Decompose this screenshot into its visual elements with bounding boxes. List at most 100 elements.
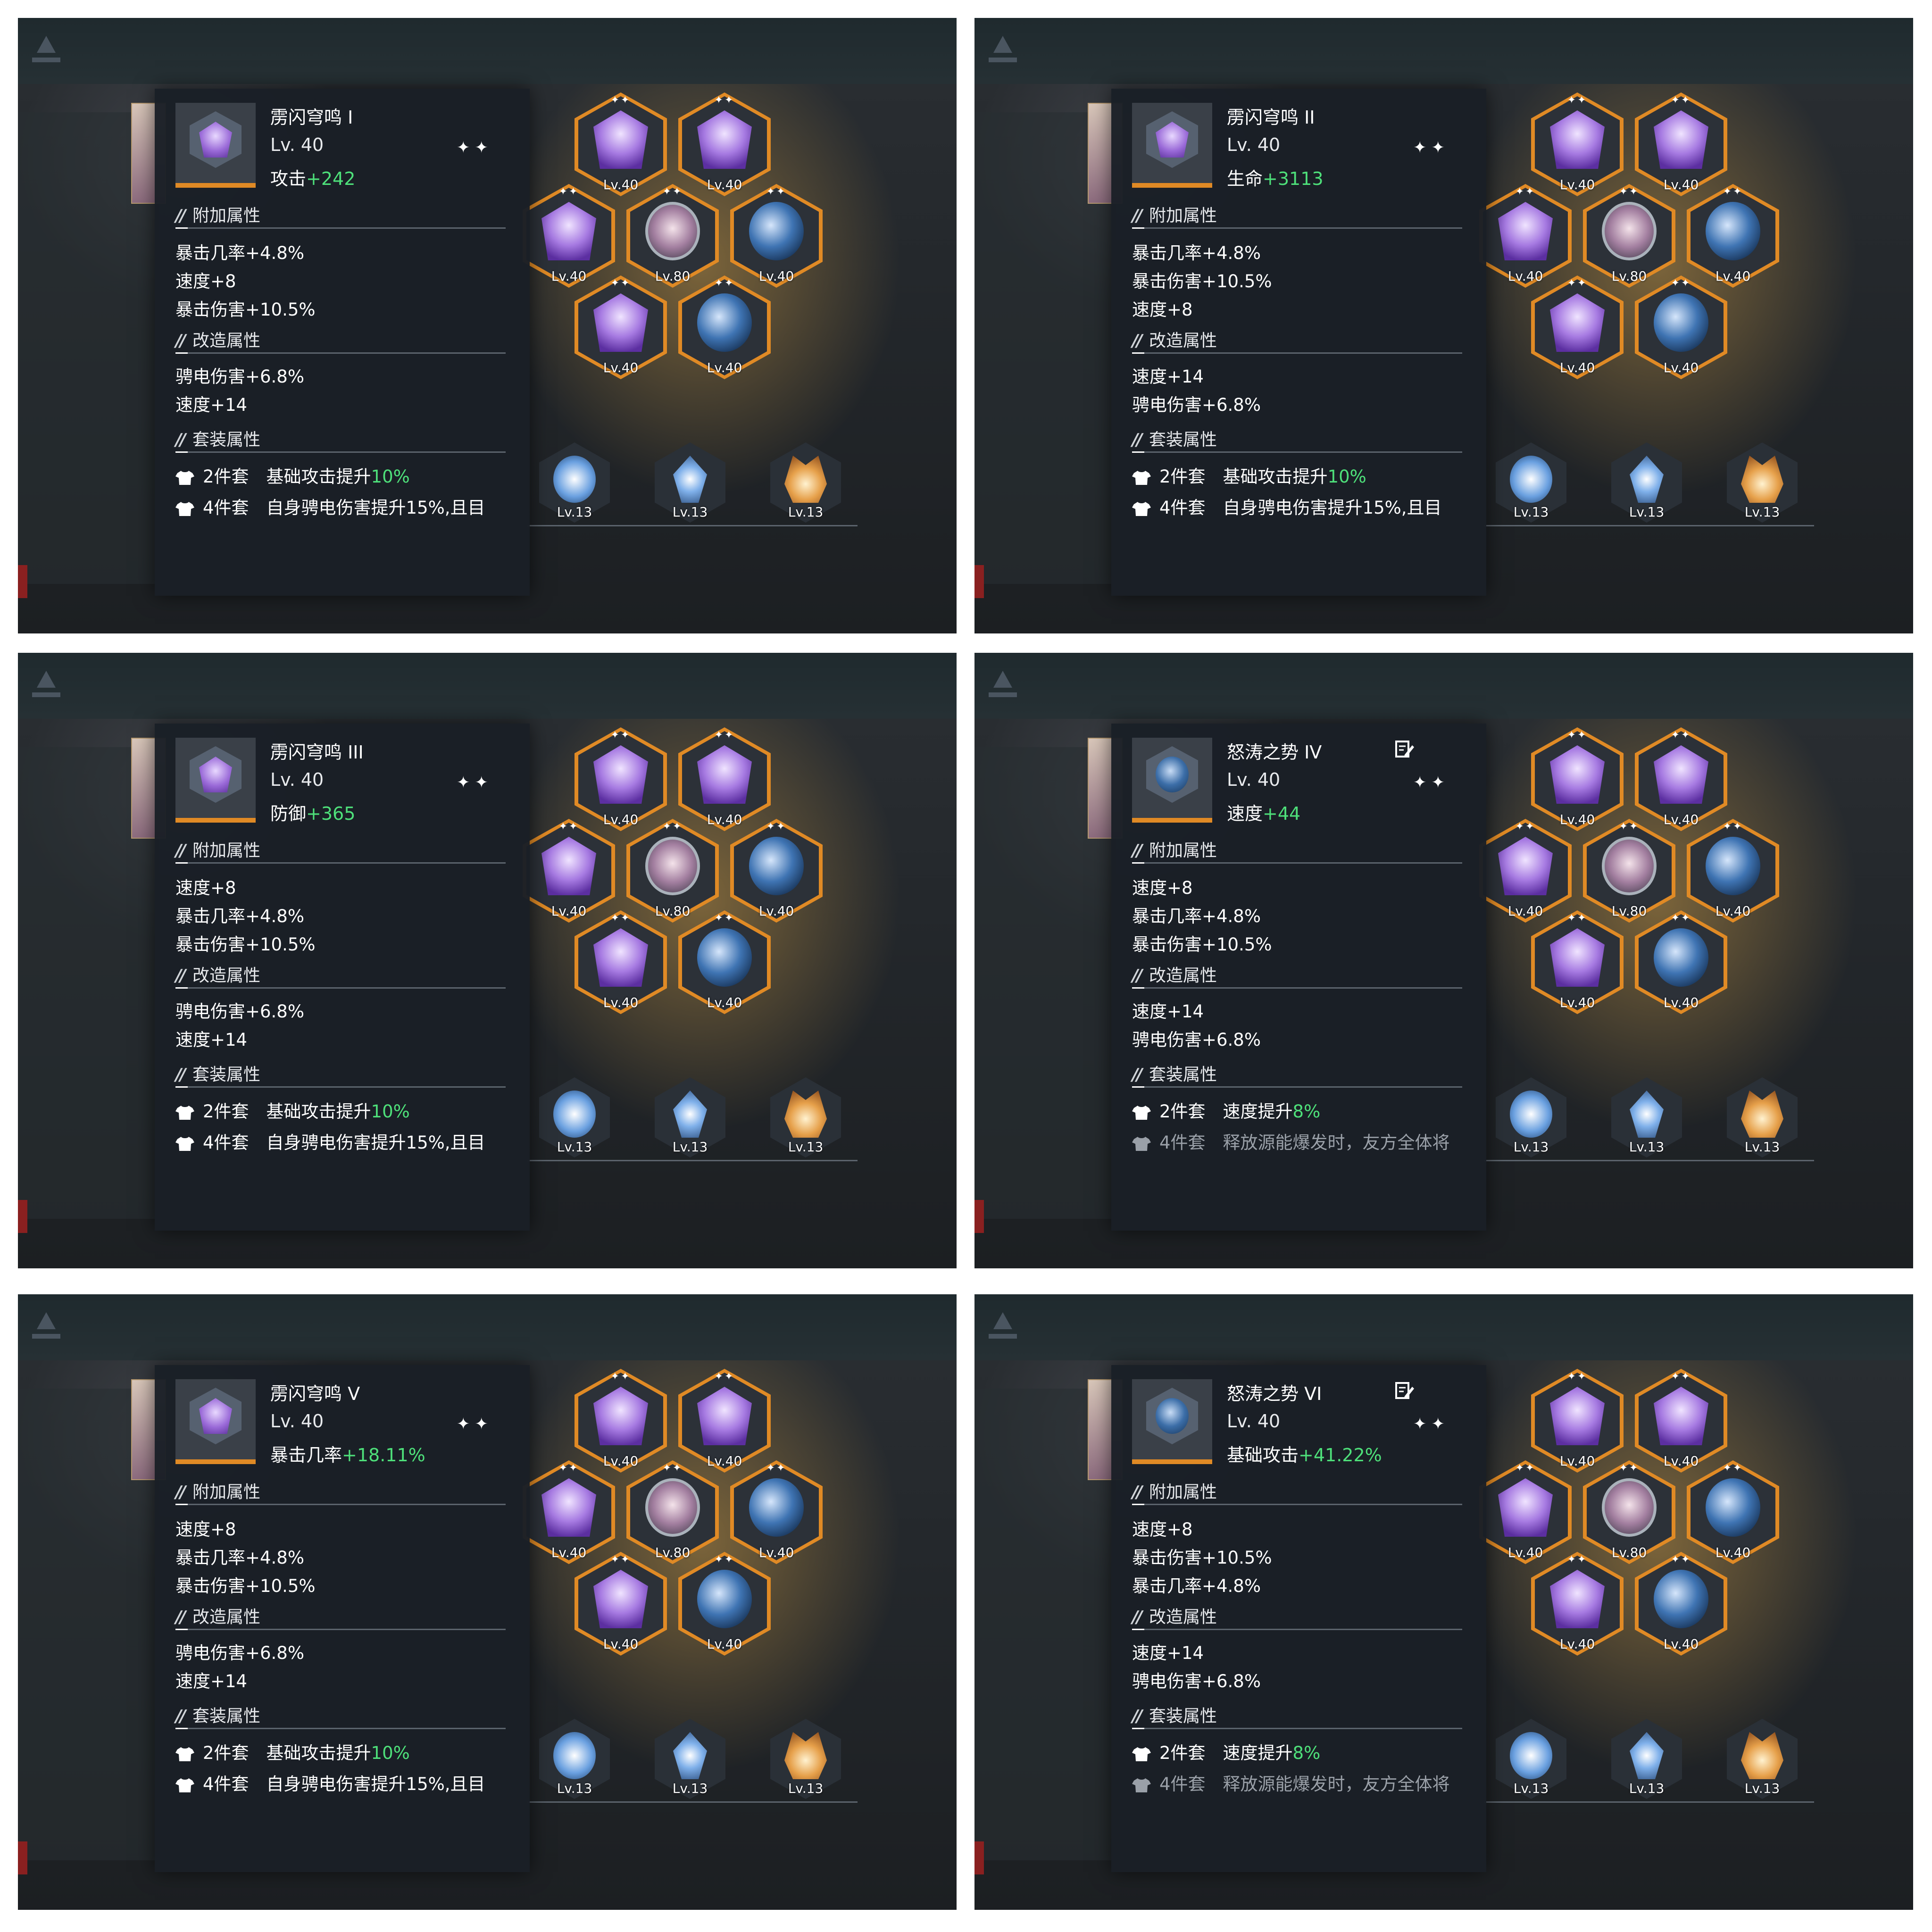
- gear-slot[interactable]: ✦✦ Lv.80: [1583, 819, 1675, 923]
- skill-slot[interactable]: Lv.13: [1496, 1077, 1566, 1158]
- gear-slot[interactable]: ✦✦ Lv.40: [678, 1552, 771, 1656]
- home-logo-icon[interactable]: [989, 1312, 1017, 1339]
- side-tab[interactable]: [18, 1841, 27, 1874]
- gear-slot[interactable]: ✦✦ Lv.40: [730, 819, 823, 923]
- section-divider: [175, 1728, 506, 1729]
- gear-name: 雳闪穹鸣 II: [1227, 107, 1315, 128]
- side-tab[interactable]: [974, 565, 984, 598]
- section-title: 改造属性: [1149, 331, 1217, 350]
- gear-slot[interactable]: ✦✦ Lv.40: [1531, 275, 1624, 379]
- set-bonus-text: 释放源能爆发时，友方全体将: [1223, 1774, 1450, 1794]
- gear-slot[interactable]: ✦✦ Lv.40: [1635, 910, 1727, 1014]
- skill-slot[interactable]: Lv.13: [1496, 1719, 1566, 1799]
- home-logo-icon[interactable]: [32, 671, 60, 697]
- skill-level: Lv.13: [1744, 504, 1780, 520]
- set-bonus-4: 4件套 释放源能爆发时，友方全体将: [1132, 1128, 1450, 1154]
- gear-slot[interactable]: ✦✦ Lv.40: [678, 92, 771, 196]
- raging-wave-icon: [749, 202, 804, 260]
- side-tab[interactable]: [18, 1200, 27, 1233]
- home-logo-icon[interactable]: [32, 36, 60, 62]
- edit-note-icon[interactable]: [1394, 739, 1415, 759]
- top-bar: [18, 653, 957, 719]
- skill-slot[interactable]: Lv.13: [655, 1077, 725, 1158]
- set-bonus-value: 10%: [371, 1743, 410, 1763]
- gear-slot[interactable]: ✦✦ Lv.40: [1531, 1369, 1624, 1473]
- section-title: 套装属性: [1149, 1065, 1217, 1084]
- set-bonus-text: 基础攻击提升: [266, 1101, 371, 1122]
- skill-slot[interactable]: Lv.13: [539, 1719, 610, 1799]
- section-header: // 改造属性: [1132, 327, 1217, 351]
- set-bonus-4: 4件套 自身骋电伤害提升15%,且目: [175, 1128, 485, 1154]
- gear-slot[interactable]: ✦✦ Lv.40: [678, 1369, 771, 1473]
- skill-slot[interactable]: Lv.13: [770, 1077, 841, 1158]
- skill-slot[interactable]: Lv.13: [1611, 1077, 1682, 1158]
- gear-slot[interactable]: ✦✦ Lv.40: [1635, 727, 1727, 831]
- set-bonus-2: 2件套 基础攻击提升10%: [175, 1739, 410, 1764]
- skill-slot[interactable]: Lv.13: [770, 1719, 841, 1799]
- gear-slot[interactable]: ✦✦ Lv.40: [1635, 275, 1727, 379]
- gear-stars-icon: ✦✦: [1567, 1371, 1588, 1382]
- gear-thumbnail: [175, 1379, 256, 1464]
- skill-slot[interactable]: Lv.13: [539, 442, 610, 523]
- skill-slot[interactable]: Lv.13: [770, 442, 841, 523]
- gear-slot[interactable]: ✦✦ Lv.40: [523, 1460, 615, 1564]
- home-logo-icon[interactable]: [989, 671, 1017, 697]
- gear-slot[interactable]: ✦✦ Lv.40: [1687, 819, 1779, 923]
- gear-slot[interactable]: ✦✦ Lv.40: [575, 275, 667, 379]
- side-tab[interactable]: [974, 1841, 984, 1874]
- gear-slot[interactable]: ✦✦ Lv.40: [1531, 1552, 1624, 1656]
- gear-slot[interactable]: ✦✦ Lv.40: [678, 727, 771, 831]
- gear-slot[interactable]: ✦✦ Lv.40: [1531, 727, 1624, 831]
- gear-slot[interactable]: ✦✦ Lv.40: [1479, 819, 1572, 923]
- gear-slot[interactable]: ✦✦ Lv.40: [575, 727, 667, 831]
- gear-slot[interactable]: ✦✦ Lv.40: [678, 910, 771, 1014]
- skill-slot[interactable]: Lv.13: [1496, 442, 1566, 523]
- gear-slot[interactable]: ✦✦ Lv.40: [575, 1552, 667, 1656]
- edit-note-icon[interactable]: [1394, 1380, 1415, 1401]
- main-stat: 速度+44: [1227, 799, 1300, 825]
- raging-wave-icon: [1156, 1398, 1189, 1434]
- gear-slot[interactable]: ✦✦ Lv.80: [626, 184, 719, 288]
- skill-slot[interactable]: Lv.13: [1611, 442, 1682, 523]
- skill-slot[interactable]: Lv.13: [1611, 1719, 1682, 1799]
- gear-slot[interactable]: ✦✦ Lv.40: [1687, 1460, 1779, 1564]
- skill-slot[interactable]: Lv.13: [655, 1719, 725, 1799]
- skill-slot[interactable]: Lv.13: [655, 442, 725, 523]
- gear-slot[interactable]: ✦✦ Lv.40: [730, 1460, 823, 1564]
- side-tab[interactable]: [18, 565, 27, 598]
- gear-stars-icon: ✦✦: [1567, 94, 1588, 106]
- gear-slot[interactable]: ✦✦ Lv.40: [678, 275, 771, 379]
- gear-slot[interactable]: ✦✦ Lv.40: [1687, 184, 1779, 288]
- gear-slot[interactable]: ✦✦ Lv.40: [1635, 92, 1727, 196]
- gear-slot[interactable]: ✦✦ Lv.80: [1583, 184, 1675, 288]
- skill-slot[interactable]: Lv.13: [539, 1077, 610, 1158]
- gear-slot[interactable]: ✦✦ Lv.40: [523, 184, 615, 288]
- skill-slot[interactable]: Lv.13: [1727, 442, 1798, 523]
- main-stat-value: +18.11%: [342, 1445, 425, 1466]
- gear-slot[interactable]: ✦✦ Lv.40: [1479, 184, 1572, 288]
- gear-slot[interactable]: ✦✦ Lv.40: [730, 184, 823, 288]
- home-logo-icon[interactable]: [32, 1312, 60, 1339]
- gear-slot[interactable]: ✦✦ Lv.40: [1635, 1552, 1727, 1656]
- gear-slot[interactable]: ✦✦ Lv.80: [626, 819, 719, 923]
- gear-slot[interactable]: ✦✦ Lv.40: [1635, 1369, 1727, 1473]
- divider: [1484, 1160, 1814, 1161]
- gear-slot[interactable]: ✦✦ Lv.40: [1479, 1460, 1572, 1564]
- gear-slot[interactable]: ✦✦ Lv.80: [1583, 1460, 1675, 1564]
- gear-slot[interactable]: ✦✦ Lv.40: [575, 92, 667, 196]
- gear-level: Lv.40: [603, 360, 639, 375]
- gear-slot[interactable]: ✦✦ Lv.40: [575, 1369, 667, 1473]
- section-divider: [1132, 451, 1462, 453]
- gear-slot[interactable]: ✦✦ Lv.40: [523, 819, 615, 923]
- home-logo-icon[interactable]: [989, 36, 1017, 62]
- skill-slot[interactable]: Lv.13: [1727, 1719, 1798, 1799]
- gear-stars-icon: ✦✦: [714, 277, 735, 289]
- gear-slot[interactable]: ✦✦ Lv.40: [575, 910, 667, 1014]
- side-tab[interactable]: [974, 1200, 984, 1233]
- section-title: 改造属性: [192, 966, 261, 985]
- raging-wave-icon: [697, 293, 752, 352]
- gear-slot[interactable]: ✦✦ Lv.40: [1531, 92, 1624, 196]
- gear-slot[interactable]: ✦✦ Lv.80: [626, 1460, 719, 1564]
- gear-slot[interactable]: ✦✦ Lv.40: [1531, 910, 1624, 1014]
- skill-slot[interactable]: Lv.13: [1727, 1077, 1798, 1158]
